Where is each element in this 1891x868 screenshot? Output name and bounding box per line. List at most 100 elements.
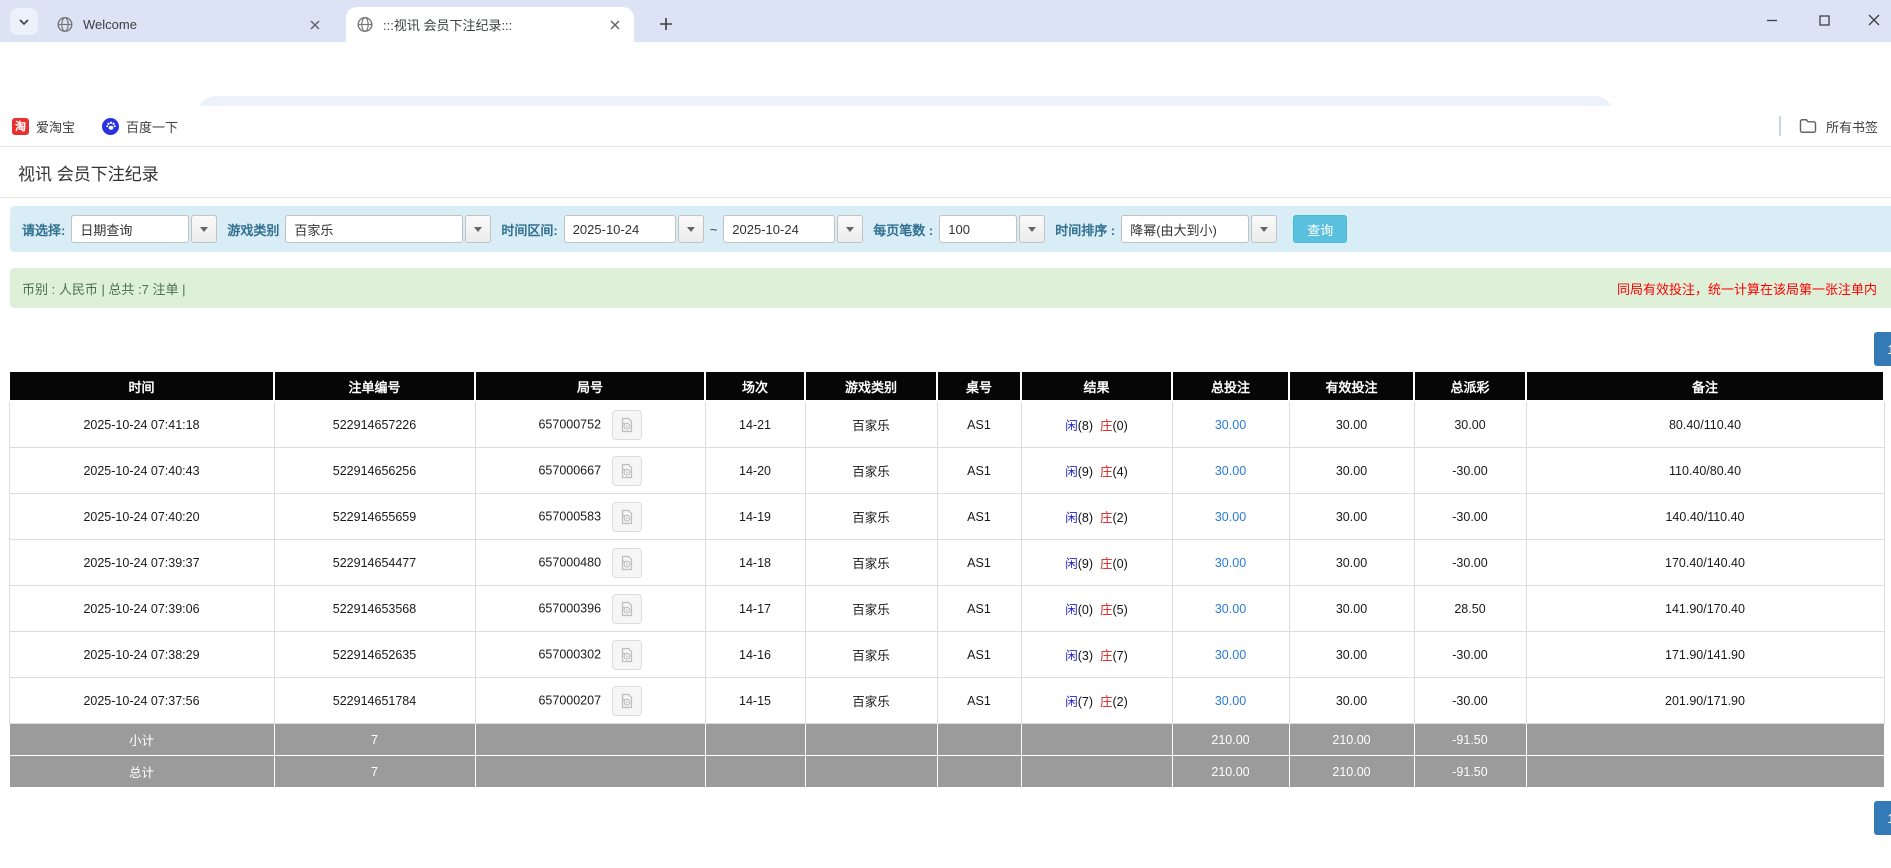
round-number: 657000302 [538,647,601,661]
round-number: 657000752 [538,417,601,431]
payout: 28.50 [1414,586,1526,632]
result-banker: 庄 [1100,649,1113,663]
total-bet-cell: 30.00 [1172,494,1289,540]
game-type: 百家乐 [805,401,937,448]
table-no: AS1 [937,494,1021,540]
header-remark: 备注 [1526,371,1884,401]
result-player-points: (7) [1078,695,1093,709]
search-button[interactable]: 查询 [1293,215,1347,243]
page-number-button-top[interactable]: 1 [1874,332,1891,366]
query-type-combo [71,215,217,243]
sort-order-input[interactable] [1121,215,1249,243]
caret-down-icon [1028,227,1036,232]
new-tab-button[interactable] [652,10,680,38]
round-cell: 657000302 [475,632,705,678]
table-row: 2025-10-24 07:39:06 522914653568 6570003… [9,586,1884,632]
round-cell: 657000752 [475,401,705,448]
page-number-button-bottom[interactable]: 1 [1874,801,1891,835]
window-minimize-button[interactable] [1757,5,1787,35]
per-page-dropdown-button[interactable] [1019,215,1045,243]
caret-down-icon [200,227,208,232]
result-cell: 闲(9)庄(0) [1021,540,1172,586]
bookmark-taobao[interactable]: 淘 爱淘宝 [6,112,81,140]
bet-id: 522914653568 [274,586,475,632]
header-valid-bet: 有效投注 [1289,371,1414,401]
caret-down-icon [846,227,854,232]
total-bet-cell: 30.00 [1172,401,1289,448]
date-end-input[interactable] [723,215,835,243]
tab-search-button[interactable] [10,8,38,35]
table-no: AS1 [937,632,1021,678]
date-end-dropdown-button[interactable] [837,215,863,243]
table-no: AS1 [937,448,1021,494]
total-bet-link[interactable]: 30.00 [1215,694,1246,708]
subtotal-valid-bet: 210.00 [1289,724,1414,756]
per-page-input[interactable] [939,215,1017,243]
subtotal-count: 7 [274,724,475,756]
result-banker: 庄 [1100,557,1113,571]
empty-cell [805,724,937,756]
tab-bet-records[interactable]: :::视讯 会员下注纪录::: [346,7,634,42]
result-cell: 闲(0)庄(5) [1021,586,1172,632]
total-bet-link[interactable]: 30.00 [1215,510,1246,524]
round-number: 657000207 [538,693,601,707]
video-replay-button[interactable] [612,502,642,532]
plus-icon [659,17,673,31]
total-bet-link[interactable]: 30.00 [1215,464,1246,478]
query-type-dropdown-button[interactable] [191,215,217,243]
game-type-dropdown-button[interactable] [465,215,491,243]
total-bet-link[interactable]: 30.00 [1215,556,1246,570]
video-replay-button[interactable] [612,548,642,578]
video-replay-button[interactable] [612,594,642,624]
video-icon [619,463,635,479]
minimize-icon [1766,14,1778,26]
baidu-paw-icon [102,118,119,135]
table-no: AS1 [937,540,1021,586]
video-replay-button[interactable] [612,640,642,670]
video-icon [619,417,635,433]
bookmark-baidu[interactable]: 百度一下 [96,112,184,140]
summary-bar: 币别 : 人民币 | 总共 :7 注单 | 同局有效投注，统一计算在该局第一张注… [10,268,1891,308]
total-bet-cell: 30.00 [1172,632,1289,678]
game-type-input[interactable] [285,215,463,243]
total-bet-link[interactable]: 30.00 [1215,648,1246,662]
sort-order-dropdown-button[interactable] [1251,215,1277,243]
bet-records-table-wrap: 时间 注单编号 局号 场次 游戏类别 桌号 结果 总投注 有效投注 总派彩 备注… [8,370,1885,788]
empty-cell [705,724,805,756]
game-type: 百家乐 [805,678,937,724]
bookmarks-divider [1779,116,1781,136]
result-player: 闲 [1065,603,1078,617]
title-divider [0,197,1891,198]
per-page-label: 每页笔数 : [873,220,933,239]
result-banker-points: (2) [1113,511,1128,525]
round-cell: 657000667 [475,448,705,494]
valid-bet: 30.00 [1289,448,1414,494]
bookmarks-bar: 淘 爱淘宝 百度一下 所有书签 [0,106,1891,147]
remark: 171.90/141.90 [1526,632,1884,678]
valid-bet: 30.00 [1289,494,1414,540]
video-replay-button[interactable] [612,410,642,440]
query-type-input[interactable] [71,215,189,243]
tab-title: :::视讯 会员下注纪录::: [383,15,606,34]
total-payout: -91.50 [1414,756,1526,788]
result-banker-points: (0) [1113,557,1128,571]
header-total-bet: 总投注 [1172,371,1289,401]
window-maximize-button[interactable] [1809,5,1839,35]
table-row: 2025-10-24 07:39:37 522914654477 6570004… [9,540,1884,586]
navigation-bar: 66cxkj98.com/game/betrecord_search/kind3… [0,42,1891,106]
tab-close-icon[interactable] [606,16,624,34]
video-replay-button[interactable] [612,456,642,486]
tab-close-icon[interactable] [306,16,324,34]
total-bet-link[interactable]: 30.00 [1215,418,1246,432]
date-start-input[interactable] [564,215,676,243]
tab-welcome[interactable]: Welcome [46,7,334,42]
date-start-dropdown-button[interactable] [678,215,704,243]
tab-strip: Welcome :::视讯 会员下注纪录::: [0,0,1891,42]
window-close-button[interactable] [1859,5,1889,35]
header-round: 局号 [475,371,705,401]
round-cell: 657000583 [475,494,705,540]
total-bet-link[interactable]: 30.00 [1215,602,1246,616]
video-replay-button[interactable] [612,686,642,716]
all-bookmarks-button[interactable]: 所有书签 [1798,112,1878,140]
close-icon [1868,14,1880,26]
